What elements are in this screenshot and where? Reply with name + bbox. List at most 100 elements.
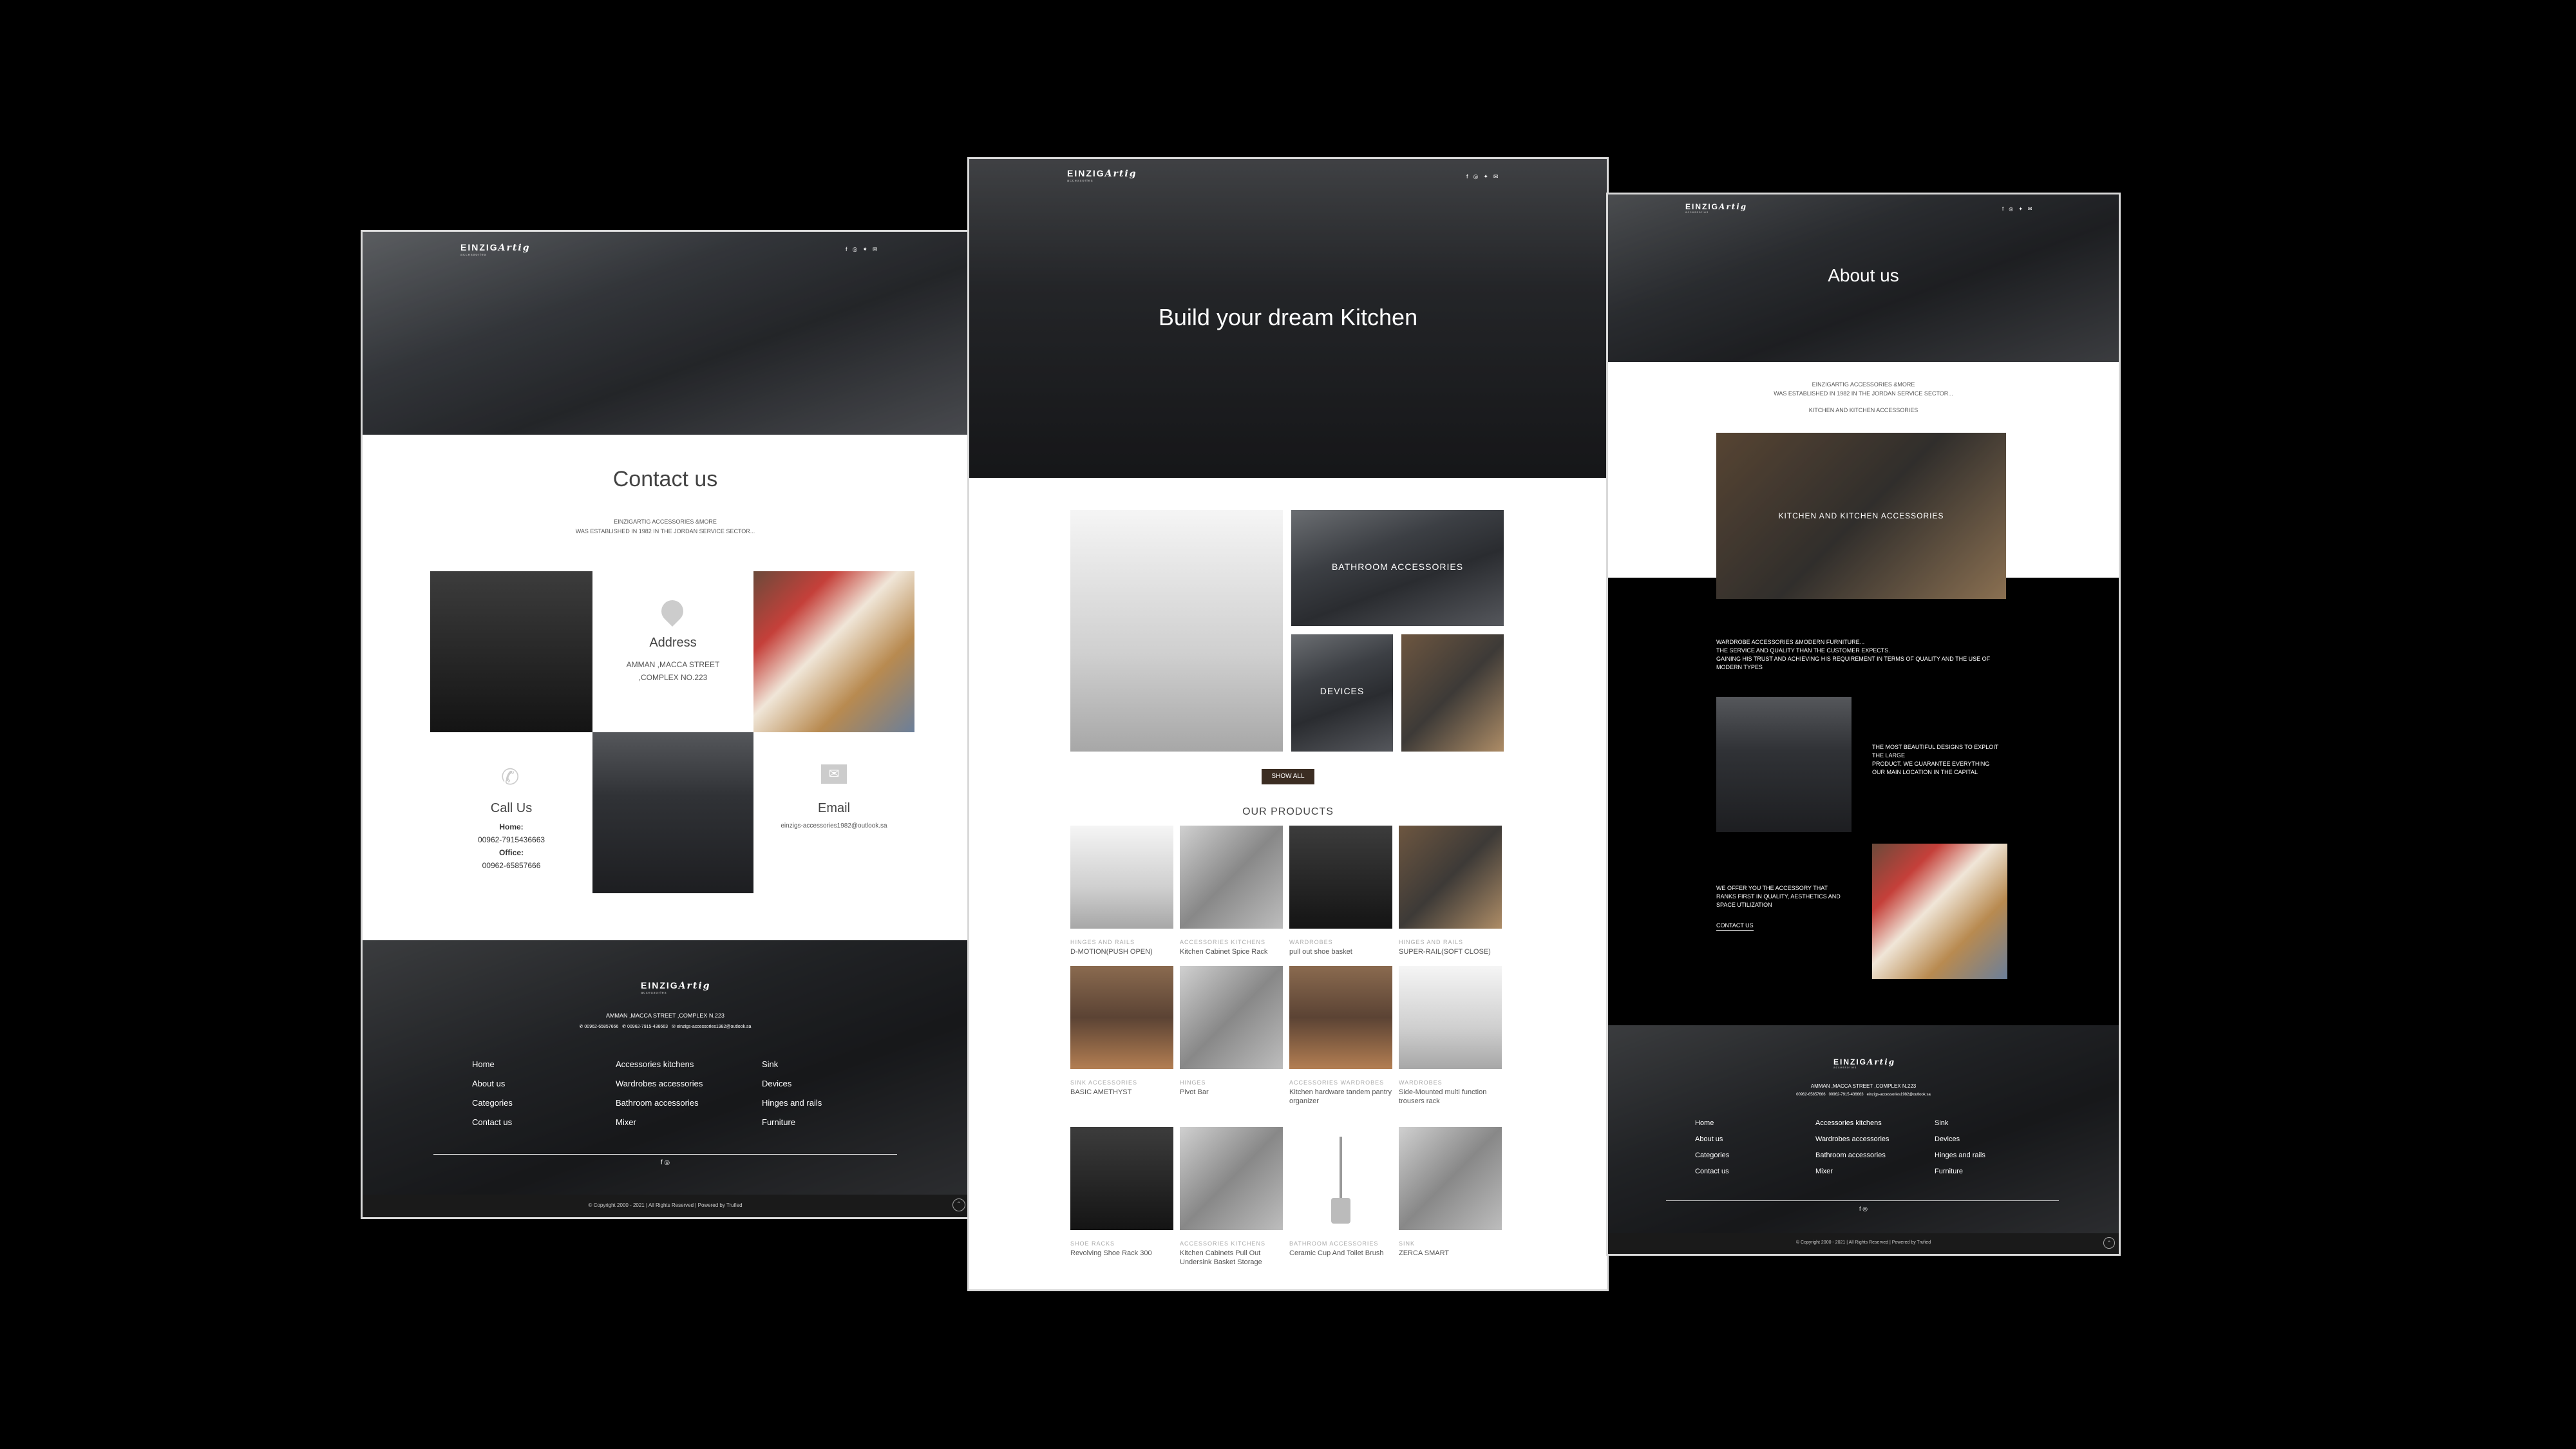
hero-title: Build your dream Kitchen: [1158, 304, 1418, 330]
product-card[interactable]: SHOE RACKS Revolving Shoe Rack 300: [1070, 1127, 1173, 1258]
mail-icon[interactable]: ✉: [1493, 173, 1499, 180]
category-tile-hinges[interactable]: [1401, 634, 1504, 752]
email-icon: ✉: [821, 764, 847, 784]
footer-email[interactable]: einzigs-accessories1982@outlook.sa: [1867, 1093, 1931, 1097]
instagram-icon[interactable]: ◎: [853, 246, 858, 253]
facebook-icon[interactable]: f: [846, 246, 848, 253]
footer-phone[interactable]: 00962-7915-436663: [627, 1025, 668, 1029]
address-label: Address: [649, 636, 697, 650]
product-name[interactable]: Kitchen hardware tandem pantry organizer: [1289, 1088, 1392, 1106]
office-phone[interactable]: 00962-65857666: [430, 861, 592, 870]
footer-phone[interactable]: 00962-7915-436663: [1829, 1093, 1864, 1097]
instagram-icon[interactable]: ◎: [1473, 173, 1479, 180]
product-name[interactable]: D-MOTION(PUSH OPEN): [1070, 947, 1173, 956]
email-value[interactable]: einzigs-accessories1982@outlook.sa: [753, 822, 914, 829]
home-phone[interactable]: 00962-7915436663: [430, 835, 592, 844]
contact-us-link[interactable]: CONTACT US: [1716, 922, 1754, 931]
footer-link-sink[interactable]: Sink: [1935, 1115, 1985, 1132]
product-name[interactable]: Pivot Bar: [1180, 1088, 1283, 1097]
facebook-icon[interactable]: f: [1466, 173, 1468, 180]
product-name[interactable]: Kitchen Cabinet Spice Rack: [1180, 947, 1283, 956]
footer-link-devices[interactable]: Devices: [1935, 1132, 1985, 1148]
product-card[interactable]: WARDROBES Side-Mounted multi function tr…: [1399, 966, 1502, 1106]
product-name[interactable]: pull out shoe basket: [1289, 947, 1392, 956]
footer-email[interactable]: einzigs-accessories1982@outlook.sa: [677, 1025, 752, 1029]
about-paragraph: RANKS FIRST IN QUALITY, AESTHETICS AND: [1716, 893, 1841, 900]
footer-logo[interactable]: EINZIGArtig accessories: [1833, 1057, 1895, 1070]
mail-icon[interactable]: ✉: [873, 246, 878, 253]
product-card[interactable]: HINGES AND RAILS D-MOTION(PUSH OPEN): [1070, 826, 1173, 956]
product-name[interactable]: SUPER-RAIL(SOFT CLOSE): [1399, 947, 1502, 956]
copyright-bar: © Copyright 2000 - 2021 | All Rights Res…: [1608, 1233, 2119, 1254]
mail-icon[interactable]: ✉: [2028, 206, 2032, 212]
product-name[interactable]: Kitchen Cabinets Pull Out Undersink Bask…: [1180, 1249, 1283, 1267]
facebook-icon[interactable]: f: [1859, 1206, 1861, 1212]
product-name[interactable]: Ceramic Cup And Toilet Brush: [1289, 1249, 1392, 1258]
footer-link-contact[interactable]: Contact us: [1695, 1164, 1729, 1180]
twitter-icon[interactable]: ✦: [862, 246, 867, 253]
about-paragraph: MODERN TYPES: [1716, 664, 1763, 670]
footer-link-contact[interactable]: Contact us: [472, 1113, 513, 1132]
scroll-top-icon[interactable]: ⌃: [952, 1198, 965, 1211]
footer-link-hinges[interactable]: Hinges and rails: [1935, 1148, 1985, 1164]
instagram-icon[interactable]: ◎: [1862, 1206, 1868, 1212]
footer-logo[interactable]: EINZIGArtig accessories: [641, 980, 710, 995]
product-name[interactable]: ZERCA SMART: [1399, 1249, 1502, 1258]
facebook-icon[interactable]: f: [2002, 206, 2003, 212]
footer-link-hinges[interactable]: Hinges and rails: [762, 1094, 822, 1113]
product-card[interactable]: ACCESSORIES KITCHENS Kitchen Cabinet Spi…: [1180, 826, 1283, 956]
footer-phone[interactable]: 00962-65857666: [1796, 1093, 1825, 1097]
product-card[interactable]: HINGES Pivot Bar: [1180, 966, 1283, 1097]
category-tile-bathroom[interactable]: BATHROOM ACCESSORIES: [1291, 510, 1504, 626]
about-paragraph: OUR MAIN LOCATION IN THE CAPITAL: [1872, 769, 1978, 775]
footer-link-mixer[interactable]: Mixer: [616, 1113, 703, 1132]
footer-phone[interactable]: 00962-65857666: [584, 1025, 618, 1029]
footer-link-about[interactable]: About us: [1695, 1132, 1729, 1148]
twitter-icon[interactable]: ✦: [1483, 173, 1488, 180]
footer-link-bathroom[interactable]: Bathroom accessories: [1815, 1148, 1889, 1164]
footer-link-devices[interactable]: Devices: [762, 1074, 822, 1094]
facebook-icon[interactable]: f: [661, 1159, 663, 1166]
twitter-icon[interactable]: ✦: [2018, 206, 2023, 212]
product-card[interactable]: BATHROOM ACCESSORIES Ceramic Cup And Toi…: [1289, 1127, 1392, 1258]
product-card[interactable]: SINK ZERCA SMART: [1399, 1127, 1502, 1258]
footer-social: f ◎: [363, 1159, 968, 1166]
footer-link-home[interactable]: Home: [472, 1055, 513, 1074]
footer-link-wardrobes[interactable]: Wardrobes accessories: [616, 1074, 703, 1094]
footer-link-bathroom[interactable]: Bathroom accessories: [616, 1094, 703, 1113]
product-name[interactable]: Side-Mounted multi function trousers rac…: [1399, 1088, 1502, 1106]
footer-link-about[interactable]: About us: [472, 1074, 513, 1094]
footer-link-home[interactable]: Home: [1695, 1115, 1729, 1132]
product-card[interactable]: ACCESSORIES KITCHENS Kitchen Cabinets Pu…: [1180, 1127, 1283, 1267]
footer-divider: [433, 1154, 897, 1155]
site-logo[interactable]: EINZIGArtig accessories: [460, 242, 530, 257]
product-name[interactable]: BASIC AMETHYST: [1070, 1088, 1173, 1097]
intro-line: EINZIGARTIG ACCESSORIES &MORE: [614, 518, 717, 525]
footer-link-categories[interactable]: Categories: [1695, 1148, 1729, 1164]
product-card[interactable]: WARDROBES pull out shoe basket: [1289, 826, 1392, 956]
footer-link-wardrobes[interactable]: Wardrobes accessories: [1815, 1132, 1889, 1148]
footer-link-categories[interactable]: Categories: [472, 1094, 513, 1113]
instagram-icon[interactable]: ◎: [2009, 206, 2013, 212]
about-banner-image: KITCHEN AND KITCHEN ACCESSORIES: [1716, 433, 2006, 599]
product-name[interactable]: Revolving Shoe Rack 300: [1070, 1249, 1173, 1258]
product-category: ACCESSORIES WARDROBES: [1289, 1079, 1385, 1086]
show-all-button[interactable]: SHOW ALL: [1262, 769, 1314, 784]
site-logo[interactable]: EINZIGArtig accessories: [1685, 202, 1747, 214]
footer-link-mixer[interactable]: Mixer: [1815, 1164, 1889, 1180]
footer-link-kitchens[interactable]: Accessories kitchens: [1815, 1115, 1889, 1132]
site-logo[interactable]: EINZIGArtig accessories: [1067, 168, 1137, 183]
category-tile-large[interactable]: [1070, 510, 1283, 752]
intro-line: WAS ESTABLISHED IN 1982 IN THE JORDAN SE…: [1774, 390, 1953, 397]
footer-link-furniture[interactable]: Furniture: [1935, 1164, 1985, 1180]
instagram-icon[interactable]: ◎: [664, 1159, 670, 1166]
footer-link-furniture[interactable]: Furniture: [762, 1113, 822, 1132]
product-card[interactable]: SINK ACCESSORIES BASIC AMETHYST: [1070, 966, 1173, 1097]
footer-link-sink[interactable]: Sink: [762, 1055, 822, 1074]
footer-link-kitchens[interactable]: Accessories kitchens: [616, 1055, 703, 1074]
scroll-top-icon[interactable]: ⌃: [2103, 1237, 2115, 1249]
category-tile-devices[interactable]: DEVICES: [1291, 634, 1393, 752]
product-card[interactable]: HINGES AND RAILS SUPER-RAIL(SOFT CLOSE): [1399, 826, 1502, 956]
email-tile: ✉ Email einzigs-accessories1982@outlook.…: [753, 732, 914, 893]
product-card[interactable]: ACCESSORIES WARDROBES Kitchen hardware t…: [1289, 966, 1392, 1106]
